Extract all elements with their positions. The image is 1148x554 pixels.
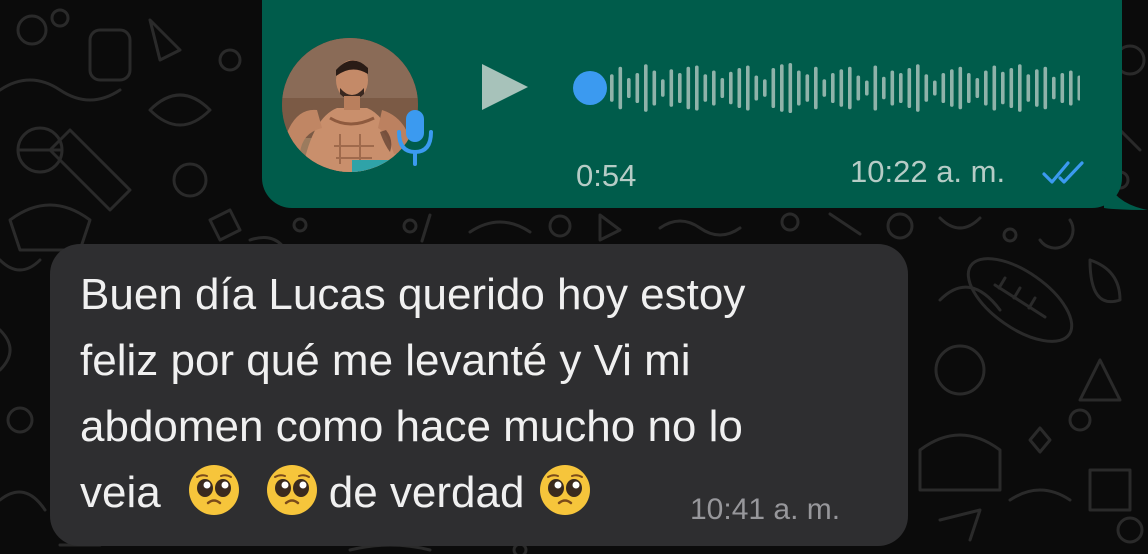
waveform-bar bbox=[1043, 66, 1048, 110]
message-fragment: veia bbox=[80, 468, 161, 517]
waveform-bar bbox=[975, 78, 980, 98]
waveform-bar bbox=[635, 73, 640, 103]
incoming-message-time: 10:41 a. m. bbox=[690, 493, 841, 526]
waveform-bar bbox=[805, 74, 810, 102]
waveform-bar bbox=[797, 70, 801, 106]
waveform-bar bbox=[788, 63, 793, 113]
waveform-bar bbox=[822, 79, 827, 97]
waveform-bar bbox=[1077, 75, 1080, 101]
waveform-bar bbox=[618, 66, 623, 110]
waveform-bar bbox=[678, 73, 682, 103]
waveform-bar bbox=[1069, 70, 1073, 106]
waveform-bar bbox=[916, 64, 920, 112]
outgoing-message-time: 10:22 a. m. bbox=[850, 154, 1006, 189]
waveform-bar bbox=[848, 66, 852, 110]
waveform-bar bbox=[1009, 68, 1014, 108]
pleading-face-emoji-icon bbox=[266, 465, 317, 515]
waveform-bar bbox=[1052, 76, 1056, 100]
waveform-bar bbox=[763, 79, 767, 97]
voice-waveform[interactable] bbox=[570, 60, 1080, 116]
waveform-bar bbox=[669, 69, 674, 107]
play-icon[interactable] bbox=[478, 60, 532, 114]
waveform-bar bbox=[720, 78, 725, 98]
waveform-bar bbox=[924, 74, 929, 102]
waveform-bar bbox=[907, 68, 912, 108]
waveform-bar bbox=[890, 70, 895, 106]
playback-position-handle[interactable] bbox=[573, 71, 607, 105]
waveform-bar bbox=[686, 66, 691, 110]
waveform-bar bbox=[1018, 64, 1022, 112]
waveform-bar bbox=[899, 73, 903, 103]
message-fragment: de verdad bbox=[328, 468, 525, 517]
waveform-bar bbox=[984, 70, 988, 106]
message-line: Buen día Lucas querido hoy estoy bbox=[80, 270, 746, 319]
waveform-bar bbox=[771, 68, 776, 108]
waveform-bar bbox=[933, 80, 937, 96]
waveform-bar bbox=[1060, 73, 1065, 103]
waveform-bar bbox=[958, 66, 963, 110]
waveform-bar bbox=[652, 70, 657, 106]
waveform-bar bbox=[839, 69, 844, 107]
waveform-bar bbox=[950, 69, 954, 107]
pleading-face-emoji-icon bbox=[540, 465, 591, 515]
waveform-bar bbox=[856, 75, 861, 101]
waveform-bar bbox=[992, 65, 997, 111]
waveform-bar bbox=[967, 73, 971, 103]
waveform-bar bbox=[712, 70, 716, 106]
waveform-bar bbox=[644, 64, 648, 112]
waveform-bar bbox=[1001, 71, 1005, 105]
waveform-bar bbox=[695, 65, 699, 111]
waveform-bar bbox=[703, 74, 708, 102]
waveform-bar bbox=[814, 66, 818, 110]
waveform-bar bbox=[661, 79, 665, 97]
bubble-tail bbox=[1104, 176, 1148, 210]
message-line: abdomen como hace mucho no lo bbox=[80, 402, 743, 451]
waveform-bar bbox=[610, 74, 614, 102]
voice-duration: 0:54 bbox=[576, 158, 637, 193]
waveform-bar bbox=[1026, 74, 1031, 102]
waveform-bar bbox=[882, 76, 886, 100]
waveform-bar bbox=[746, 65, 750, 111]
waveform-bar bbox=[627, 78, 631, 98]
waveform-bar bbox=[737, 68, 742, 108]
double-check-read-icon bbox=[1042, 161, 1084, 184]
pleading-face-emoji-icon bbox=[188, 465, 239, 515]
waveform-bar bbox=[754, 75, 759, 101]
message-text: Buen día Lucas querido hoy estoy feliz p… bbox=[80, 262, 860, 526]
waveform-bar bbox=[729, 71, 733, 105]
waveform-bar bbox=[780, 64, 784, 112]
waveform-bar bbox=[1035, 69, 1039, 107]
waveform-bar bbox=[873, 65, 878, 111]
message-line: feliz por qué me levanté y Vi mi bbox=[80, 336, 691, 385]
microphone-icon bbox=[397, 110, 433, 166]
waveform-bar bbox=[941, 73, 946, 103]
waveform-bar bbox=[865, 80, 869, 96]
waveform-bar bbox=[831, 73, 835, 103]
